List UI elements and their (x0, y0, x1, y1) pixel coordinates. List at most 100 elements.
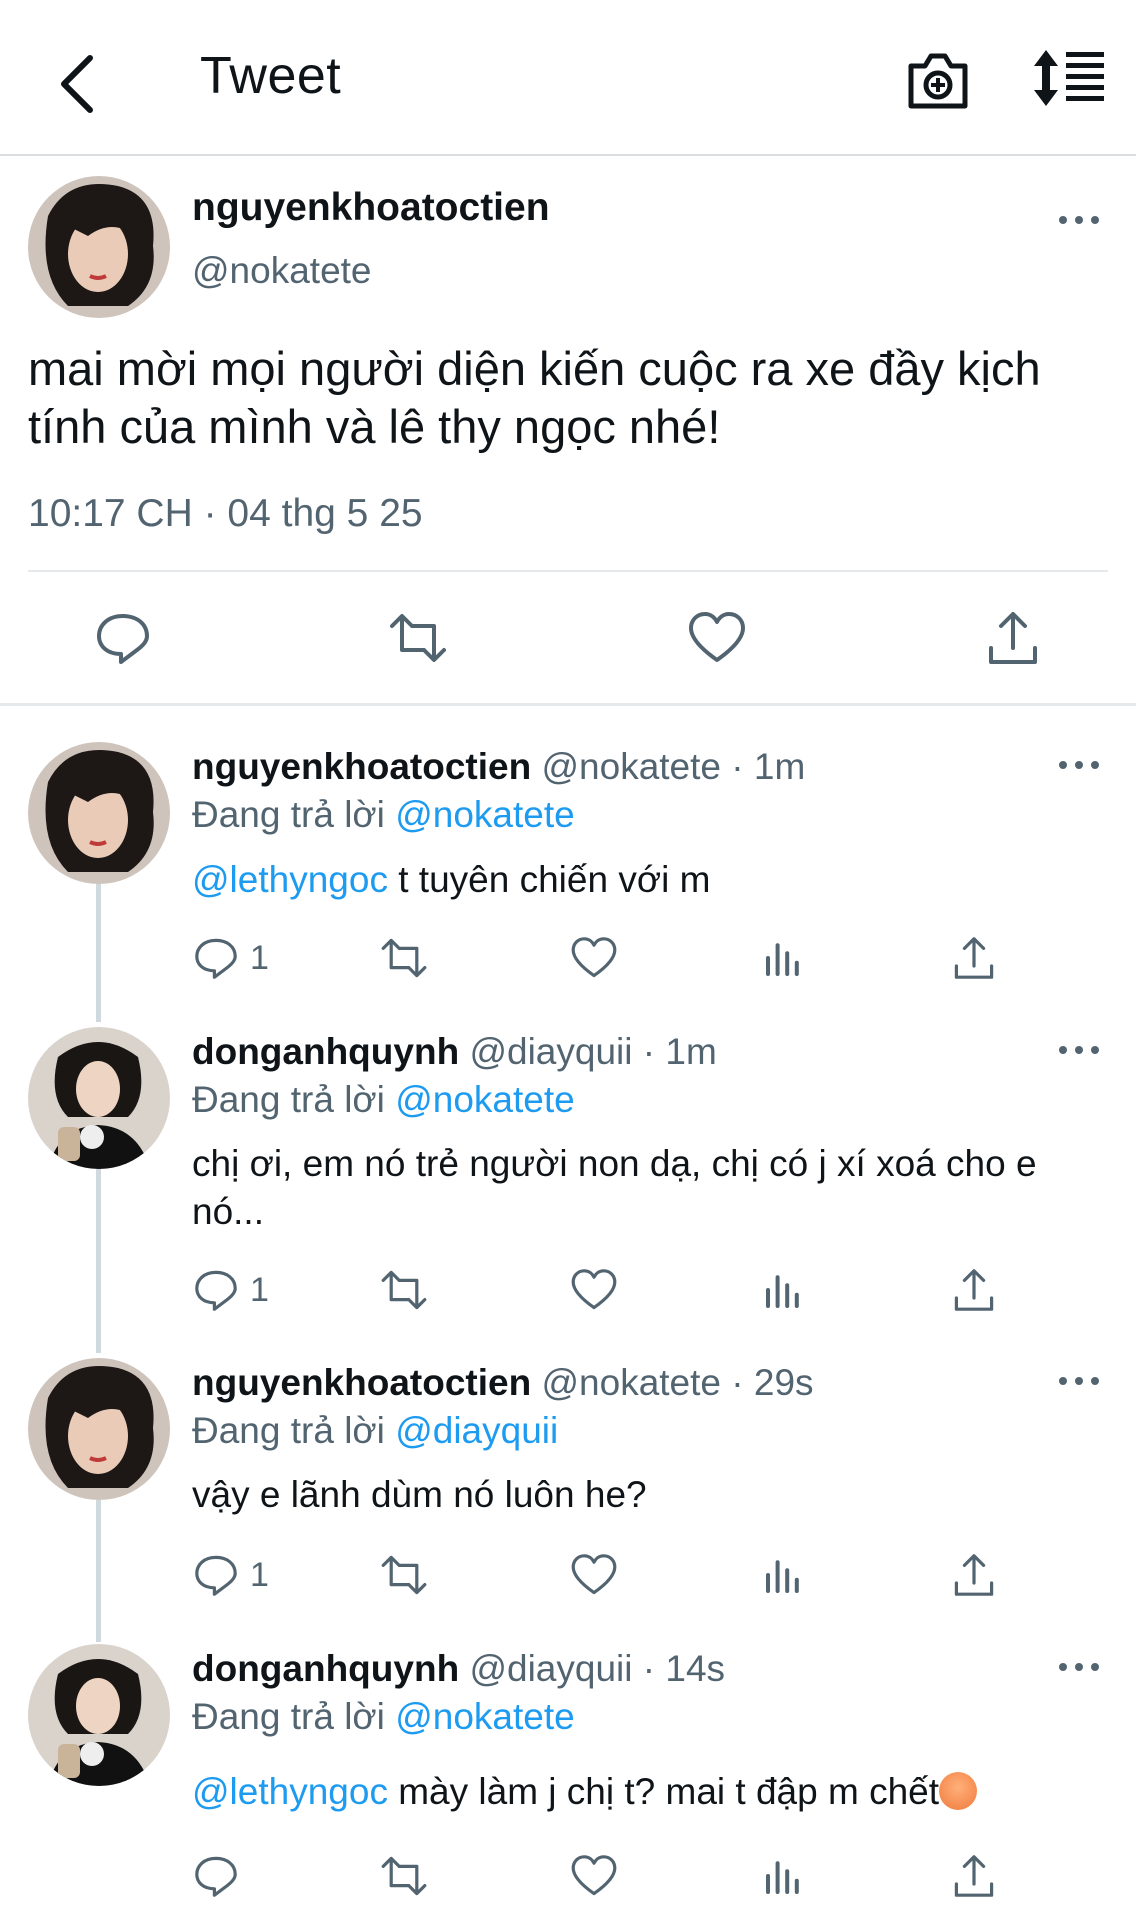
share-icon (954, 937, 994, 979)
more-icon (1059, 216, 1099, 224)
reply-body: t tuyên chiến với m (387, 859, 711, 900)
author-name[interactable]: nguyenkhoatoctien (192, 1362, 531, 1403)
section-separator (0, 703, 1136, 706)
back-button[interactable] (38, 44, 118, 124)
retweet-icon (381, 1270, 427, 1310)
avatar[interactable] (28, 742, 170, 884)
reply-icon (195, 1270, 237, 1311)
mention-link[interactable]: @lethyngoc (192, 1771, 388, 1812)
replying-to-link[interactable]: @diayquii (395, 1410, 558, 1451)
tweet-timestamp: 10:17 CH · 04 thg 5 25 (28, 492, 423, 535)
reply-icon (97, 614, 149, 664)
more-button[interactable] (1055, 1035, 1103, 1065)
reply-button[interactable]: 1 (192, 1547, 269, 1603)
retweet-icon (381, 1555, 427, 1595)
share-icon (954, 1269, 994, 1311)
share-button[interactable] (950, 1262, 998, 1318)
more-icon (1059, 1046, 1099, 1054)
retweet-button[interactable] (380, 930, 428, 986)
reply-button[interactable] (192, 1848, 240, 1904)
reply-count: 1 (250, 1270, 269, 1309)
avatar[interactable] (28, 1027, 170, 1169)
more-button[interactable] (1055, 750, 1103, 780)
replying-to-link[interactable]: @nokatete (395, 1696, 575, 1737)
retweet-button[interactable] (380, 1848, 428, 1904)
reply-body: vậy e lãnh dùm nó luôn he? (192, 1474, 647, 1515)
avatar[interactable] (28, 176, 170, 318)
heart-icon (571, 1269, 617, 1310)
analytics-icon (766, 1275, 799, 1308)
reply-header: donganhquynh @diayquii · 1m (192, 1031, 717, 1073)
author-name[interactable]: donganhquynh (192, 1031, 459, 1072)
sort-button[interactable] (1030, 48, 1106, 108)
author-meta: @nokatete · 29s (541, 1362, 814, 1403)
analytics-button[interactable] (760, 1547, 808, 1603)
heart-icon (571, 937, 617, 978)
divider (28, 570, 1108, 572)
reply-text: @lethyngoc mày làm j chị t? mai t đập m … (192, 1768, 1112, 1816)
retweet-button[interactable] (388, 608, 448, 668)
heart-icon (571, 1554, 617, 1595)
author-name[interactable]: nguyenkhoatoctien (192, 186, 550, 230)
more-icon (1059, 761, 1099, 769)
author-name[interactable]: nguyenkhoatoctien (192, 746, 531, 787)
share-button[interactable] (950, 930, 998, 986)
share-button[interactable] (950, 1848, 998, 1904)
replying-to-link[interactable]: @nokatete (395, 1079, 575, 1120)
reply-header: nguyenkhoatoctien @nokatete · 29s (192, 1362, 814, 1404)
reply-count: 1 (250, 1555, 269, 1594)
retweet-icon (381, 1856, 427, 1896)
more-icon (1059, 1377, 1099, 1385)
reply-button[interactable]: 1 (192, 930, 269, 986)
more-button[interactable] (1055, 1366, 1103, 1396)
replying-to: Đang trả lời @diayquii (192, 1410, 558, 1452)
replying-label: Đang trả lời (192, 1696, 396, 1737)
camera-button[interactable] (905, 46, 971, 112)
share-icon (954, 1855, 994, 1897)
analytics-icon (766, 1861, 799, 1894)
camera-add-icon (908, 53, 968, 109)
angry-face-icon (939, 1772, 978, 1810)
reply-icon (195, 1856, 237, 1897)
retweet-button[interactable] (380, 1262, 428, 1318)
sort-list-icon (1034, 50, 1104, 106)
avatar[interactable] (28, 1358, 170, 1500)
like-button[interactable] (570, 1848, 618, 1904)
mention-link[interactable]: @lethyngoc (192, 859, 388, 900)
reply-body: mày làm j chị t? mai t đập m chết (387, 1771, 940, 1812)
like-button[interactable] (570, 1262, 618, 1318)
avatar[interactable] (28, 1644, 170, 1786)
like-button[interactable] (687, 608, 747, 668)
share-icon (989, 612, 1037, 664)
reply-button[interactable]: 1 (192, 1262, 269, 1318)
author-name[interactable]: donganhquynh (192, 1648, 459, 1689)
author-meta: @diayquii · 1m (469, 1031, 717, 1072)
tweet-text: mai mời mọi người diện kiến cuộc ra xe đ… (28, 342, 1041, 453)
analytics-button[interactable] (760, 1848, 808, 1904)
author-meta: @diayquii · 14s (469, 1648, 726, 1689)
share-button[interactable] (983, 608, 1043, 668)
chevron-left-icon (61, 55, 93, 113)
reply-button[interactable] (93, 608, 153, 668)
analytics-icon (766, 943, 799, 976)
reply-icon (195, 1555, 237, 1596)
analytics-button[interactable] (760, 1262, 808, 1318)
like-button[interactable] (570, 1547, 618, 1603)
more-icon (1059, 1663, 1099, 1671)
retweet-button[interactable] (380, 1547, 428, 1603)
retweet-icon (390, 614, 446, 662)
more-button[interactable] (1055, 1652, 1103, 1682)
share-icon (954, 1554, 994, 1596)
replying-to-link[interactable]: @nokatete (395, 794, 575, 835)
author-handle[interactable]: @nokatete (192, 250, 372, 292)
replying-to: Đang trả lời @nokatete (192, 794, 575, 836)
share-button[interactable] (950, 1547, 998, 1603)
replying-to: Đang trả lời @nokatete (192, 1079, 575, 1121)
reply-text: chị ơi, em nó trẻ người non dạ, chị có j… (192, 1140, 1092, 1236)
replying-label: Đang trả lời (192, 1410, 396, 1451)
reply-header: nguyenkhoatoctien @nokatete · 1m (192, 746, 805, 788)
replying-label: Đang trả lời (192, 1079, 396, 1120)
analytics-button[interactable] (760, 930, 808, 986)
more-button[interactable] (1055, 205, 1103, 235)
like-button[interactable] (570, 930, 618, 986)
